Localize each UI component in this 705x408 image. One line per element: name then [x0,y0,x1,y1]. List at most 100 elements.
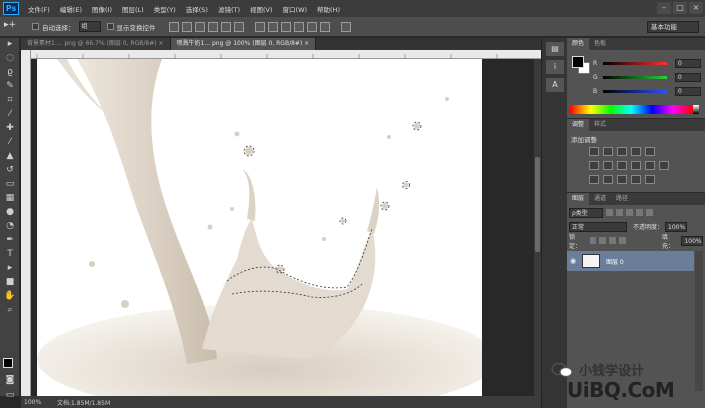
gradient-tool-icon[interactable]: ▦ [2,192,18,205]
channel-mixer-icon[interactable] [645,161,655,170]
align-top-icon[interactable] [168,21,179,32]
align-left-icon[interactable] [207,21,218,32]
auto-select-checkbox[interactable] [32,23,39,30]
opacity-input[interactable]: 100% [665,221,688,232]
workspace-dropdown[interactable]: 基本功能 [647,21,699,33]
zoom-tool-icon[interactable]: ⌕ [2,304,18,317]
screen-mode-icon[interactable]: ▭ [2,389,18,402]
move-tool-preset-icon[interactable]: ▸+ [4,20,26,34]
menu-view[interactable]: 视图(V) [245,4,278,14]
hand-tool-icon[interactable]: ✋ [2,290,18,303]
brightness-icon[interactable] [589,147,599,156]
close-icon[interactable]: × [689,2,703,14]
character-icon[interactable]: A [546,78,564,92]
lasso-tool-icon[interactable]: ϱ [2,66,18,79]
menu-window[interactable]: 窗口(W) [278,4,313,14]
minimize-icon[interactable]: – [657,2,671,14]
type-tool-icon[interactable]: T [2,248,18,261]
lock-transparent-icon[interactable] [589,237,597,244]
menu-edit[interactable]: 编辑(E) [55,4,87,14]
filter-smart-icon[interactable] [646,209,653,216]
menu-layer[interactable]: 图层(L) [117,4,149,14]
distribute-right-icon[interactable] [319,21,330,32]
shape-tool-icon[interactable]: ■ [2,276,18,289]
distribute-left-icon[interactable] [293,21,304,32]
gradient-map-icon[interactable] [631,175,641,184]
document-canvas[interactable] [37,59,482,396]
lock-all-icon[interactable] [619,237,626,244]
align-vcenter-icon[interactable] [181,21,192,32]
hue-saturation-icon[interactable] [589,161,599,170]
clone-stamp-tool-icon[interactable]: ▲ [2,150,18,163]
layer-name[interactable]: 图层 0 [606,257,624,266]
b-slider[interactable] [603,89,667,93]
tab-adjustments[interactable]: 调整 [567,119,590,131]
dodge-tool-icon[interactable]: ◔ [2,220,18,233]
menu-help[interactable]: 帮助(H) [312,4,345,14]
tab-document-2[interactable]: 喷溅牛奶1... png @ 100% (图层 0, RGB/8#) × [170,38,317,50]
auto-select-dropdown[interactable]: 组 [78,21,101,32]
layer-row[interactable]: ◉ 图层 0 [567,251,694,271]
filter-pixel-icon[interactable] [606,209,613,216]
visibility-eye-icon[interactable]: ◉ [567,257,579,265]
r-value[interactable]: 0 [675,58,701,68]
menu-file[interactable]: 文件(F) [23,4,55,14]
levels-icon[interactable] [603,147,613,156]
document-size[interactable]: 文档:1.85M/1.85M [51,398,110,407]
color-spectrum[interactable] [570,105,693,114]
tab-styles[interactable]: 样式 [589,119,611,131]
tab-channels[interactable]: 通道 [589,193,611,205]
invert-icon[interactable] [589,175,599,184]
blend-mode-dropdown[interactable]: 正常 [569,221,627,232]
quick-select-tool-icon[interactable]: ✎ [2,80,18,93]
marquee-tool-icon[interactable]: ◌ [2,52,18,65]
black-white-ramp[interactable] [693,105,699,114]
show-transform-checkbox[interactable] [106,23,114,30]
tab-document-1[interactable]: 背景素材1.... png @ 66.7% (图层 0, RGB/8#) × [21,38,171,50]
exposure-icon[interactable] [631,147,641,156]
distribute-vcenter-icon[interactable] [267,21,278,32]
vibrance-icon[interactable] [645,147,655,156]
info-icon[interactable]: i [546,60,564,74]
fill-input[interactable]: 100% [681,235,703,246]
align-right-icon[interactable] [233,21,244,32]
photo-filter-icon[interactable] [631,161,641,170]
tab-paths[interactable]: 路径 [611,193,633,205]
menu-select[interactable]: 选择(S) [181,4,213,14]
menu-image[interactable]: 图像(I) [87,4,117,14]
pen-tool-icon[interactable]: ✒ [2,234,18,247]
color-balance-icon[interactable] [603,161,613,170]
quick-mask-icon[interactable]: ◙ [2,374,18,387]
lock-image-icon[interactable] [599,237,607,244]
filter-shape-icon[interactable] [636,209,643,216]
foreground-color-swatch[interactable] [3,358,13,368]
lock-position-icon[interactable] [609,237,617,244]
tab-layers[interactable]: 图层 [567,193,590,205]
black-white-icon[interactable] [617,161,627,170]
move-tool-icon[interactable]: ▸ [2,38,18,51]
b-value[interactable]: 0 [675,86,701,96]
layer-filter-kind[interactable]: ρ类型 [569,207,603,218]
zoom-level[interactable]: 100% [21,399,51,406]
history-brush-tool-icon[interactable]: ↺ [2,164,18,177]
canvas-vertical-scrollbar[interactable] [534,59,541,396]
panel-foreground-swatch[interactable] [572,56,584,68]
posterize-icon[interactable] [603,175,613,184]
g-value[interactable]: 0 [675,72,701,82]
align-bottom-icon[interactable] [194,21,205,32]
brush-tool-icon[interactable]: ⁄ [2,136,18,149]
selective-color-icon[interactable] [645,175,655,184]
history-icon[interactable]: ▤ [546,42,564,56]
healing-brush-tool-icon[interactable]: ✚ [2,122,18,135]
threshold-icon[interactable] [617,175,627,184]
filter-type-icon[interactable] [626,209,633,216]
filter-adjust-icon[interactable] [616,209,623,216]
distribute-bottom-icon[interactable] [280,21,291,32]
eraser-tool-icon[interactable]: ▭ [2,178,18,191]
g-slider[interactable] [603,75,667,79]
scrollbar-thumb[interactable] [535,157,540,252]
color-lookup-icon[interactable] [659,161,669,170]
align-hcenter-icon[interactable] [220,21,231,32]
eyedropper-tool-icon[interactable]: ⁄ [2,108,18,121]
menu-filter[interactable]: 滤镜(T) [213,4,245,14]
